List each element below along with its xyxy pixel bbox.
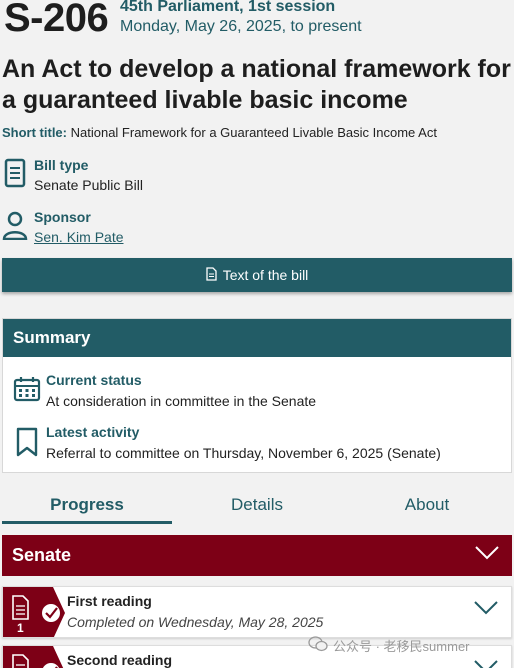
short-title: Short title: National Framework for a Gu…	[2, 124, 437, 142]
short-title-label: Short title:	[2, 125, 67, 140]
sponsor-row: Sponsor Sen. Kim Pate	[2, 208, 512, 252]
latest-activity-value: Referral to committee on Thursday, Novem…	[46, 445, 441, 461]
current-status-label: Current status	[46, 372, 142, 388]
chevron-down-icon	[474, 545, 500, 566]
document-icon	[2, 158, 30, 188]
bill-header: S-206 45th Parliament, 1st session Monda…	[2, 0, 512, 40]
calendar-icon	[13, 375, 43, 405]
reading-completed-badge-icon	[3, 646, 65, 668]
person-icon	[2, 210, 30, 241]
wechat-icon	[308, 636, 328, 655]
watermark-text: 公众号 · 老移民summer	[333, 639, 470, 654]
parliament-session: 45th Parliament, 1st session	[120, 0, 336, 15]
sponsor-label: Sponsor	[34, 209, 91, 225]
bookmark-icon	[13, 427, 43, 457]
bill-long-title: An Act to develop a national framework f…	[2, 55, 511, 114]
watermark: 公众号 · 老移民summer	[308, 636, 470, 655]
summary-heading: Summary	[3, 319, 511, 357]
bill-tabs: Progress Details About	[2, 490, 512, 526]
stage-number: 1	[17, 621, 24, 635]
reading-completed-badge-icon	[3, 587, 65, 637]
chevron-down-icon	[473, 659, 499, 668]
bill-number: S-206	[4, 0, 109, 40]
latest-activity-label: Latest activity	[46, 424, 140, 440]
stage-title: First reading	[67, 593, 152, 609]
tab-details[interactable]: Details	[172, 490, 342, 524]
summary-card: Summary Current status At consideration …	[2, 318, 512, 473]
file-icon	[206, 266, 217, 284]
short-title-value: National Framework for a Guaranteed Liva…	[70, 125, 437, 140]
senate-label: Senate	[12, 545, 72, 565]
text-of-bill-button[interactable]: Text of the bill	[2, 258, 512, 292]
current-status-row: Current status At consideration in commi…	[13, 371, 503, 415]
chevron-down-icon	[473, 600, 499, 621]
bill-type-value: Senate Public Bill	[34, 177, 143, 193]
bill-type-label: Bill type	[34, 157, 89, 173]
sponsor-link[interactable]: Sen. Kim Pate	[34, 228, 124, 246]
senate-accordion-header[interactable]: Senate	[2, 535, 512, 576]
stage-status: Completed on Wednesday, May 28, 2025	[67, 614, 324, 630]
session-dates: Monday, May 26, 2025, to present	[120, 18, 362, 35]
latest-activity-row: Latest activity Referral to committee on…	[13, 423, 503, 467]
stage-title: Second reading	[67, 652, 173, 668]
current-status-value: At consideration in committee in the Sen…	[46, 393, 317, 409]
bill-type-row: Bill type Senate Public Bill	[2, 156, 512, 200]
tab-about[interactable]: About	[342, 490, 512, 524]
tab-progress[interactable]: Progress	[2, 490, 172, 524]
text-of-bill-label: Text of the bill	[222, 267, 309, 283]
stage-first-reading[interactable]: 1 First reading Completed on Wednesday, …	[2, 586, 512, 638]
